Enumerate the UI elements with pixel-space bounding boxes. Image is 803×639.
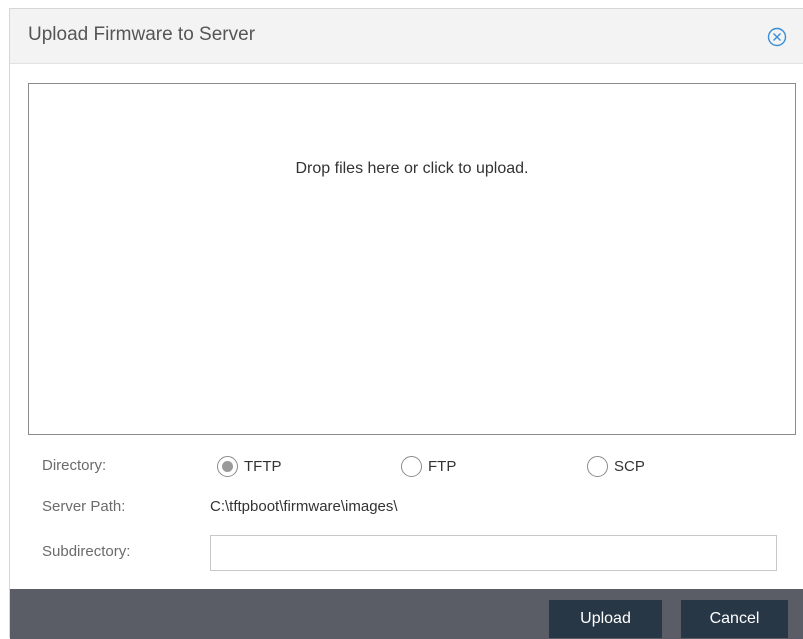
radio-tftp-label: TFTP	[244, 458, 282, 475]
radio-ftp[interactable]: FTP	[401, 456, 456, 477]
cancel-button[interactable]: Cancel	[681, 600, 788, 638]
close-button[interactable]	[766, 26, 788, 48]
dialog-header: Upload Firmware to Server	[10, 9, 803, 64]
radio-ftp-label: FTP	[428, 458, 457, 475]
radio-scp[interactable]: SCP	[587, 456, 645, 477]
close-circle-icon	[767, 27, 787, 47]
file-dropzone[interactable]: Drop files here or click to upload.	[28, 83, 796, 435]
server-path-value: C:\tftpboot\firmware\images\	[210, 498, 398, 515]
subdirectory-label: Subdirectory:	[42, 543, 131, 560]
radio-ftp-indicator	[401, 456, 422, 477]
upload-firmware-dialog: Upload Firmware to Server Drop files her…	[9, 8, 803, 639]
dialog-footer: Upload Cancel	[10, 589, 803, 639]
radio-scp-label: SCP	[614, 458, 645, 475]
dialog-title: Upload Firmware to Server	[28, 24, 256, 45]
dropzone-message: Drop files here or click to upload.	[295, 160, 529, 177]
server-path-label: Server Path:	[42, 498, 126, 515]
subdirectory-input[interactable]	[210, 535, 777, 571]
directory-label: Directory:	[42, 457, 107, 474]
radio-tftp-indicator	[217, 456, 238, 477]
radio-scp-indicator	[587, 456, 608, 477]
radio-tftp[interactable]: TFTP	[217, 456, 282, 477]
upload-button[interactable]: Upload	[549, 600, 662, 638]
